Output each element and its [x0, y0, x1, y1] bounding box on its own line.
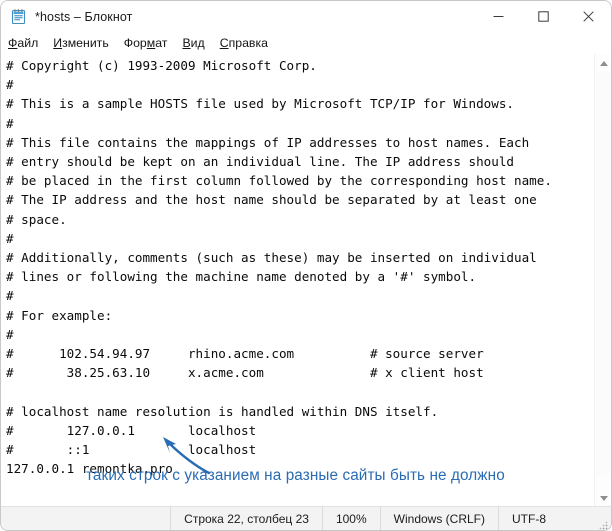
window-title: *hosts – Блокнот — [35, 9, 133, 24]
menu-format-prefix: Фор — [123, 35, 147, 50]
menu-format-accesskey: м — [146, 35, 156, 50]
menu-file-label: айл — [17, 35, 39, 50]
menu-format-label: ат — [155, 35, 168, 50]
scroll-up-arrow-icon[interactable] — [595, 55, 611, 72]
status-bar: Строка 22, столбец 23 100% Windows (CRLF… — [1, 506, 611, 530]
menu-file-accesskey: Ф — [8, 35, 18, 50]
editor-area: # Copyright (c) 1993-2009 Microsoft Corp… — [1, 53, 611, 508]
menu-item-help[interactable]: Справка — [220, 36, 268, 50]
vertical-scrollbar[interactable] — [594, 54, 611, 508]
maximize-icon — [538, 11, 549, 22]
annotation-arrow — [151, 433, 231, 483]
minimize-icon — [493, 16, 504, 17]
status-zoom-level[interactable]: 100% — [321, 507, 380, 530]
scroll-down-arrow-icon[interactable] — [595, 490, 611, 507]
menu-edit-accesskey: И — [53, 35, 63, 50]
menu-view-label: ид — [190, 35, 205, 50]
scrollbar-thumb[interactable] — [596, 71, 611, 475]
menu-item-format[interactable]: Формат — [124, 36, 168, 50]
status-cursor-position: Строка 22, столбец 23 — [170, 507, 322, 530]
close-icon — [583, 11, 594, 22]
menu-help-label: правка — [228, 35, 268, 50]
status-line-endings[interactable]: Windows (CRLF) — [379, 507, 498, 530]
notepad-icon — [10, 8, 27, 25]
menu-help-accesskey: С — [219, 35, 229, 50]
maximize-button[interactable] — [521, 1, 566, 32]
annotation-text: таких строк с указанием на разные сайты … — [86, 467, 505, 484]
curved-arrow-icon — [163, 437, 211, 475]
scrollbar-track[interactable] — [595, 71, 611, 491]
menu-edit-label: зменить — [62, 35, 109, 50]
close-button[interactable] — [566, 1, 611, 32]
menu-item-view[interactable]: Вид — [182, 36, 204, 50]
status-encoding[interactable]: UTF-8 — [498, 507, 611, 530]
menu-view-accesskey: В — [182, 35, 191, 50]
window-controls — [476, 1, 611, 32]
menu-item-edit[interactable]: Изменить — [53, 36, 108, 50]
title-bar-left: *hosts – Блокнот — [1, 8, 476, 25]
menu-item-file[interactable]: Файл — [8, 36, 38, 50]
resize-grip-icon[interactable] — [598, 517, 608, 530]
minimize-button[interactable] — [476, 1, 521, 32]
menu-bar: Файл Изменить Формат Вид Справка — [1, 32, 611, 53]
notepad-window: *hosts – Блокнот Файл Изменить Формат Ви… — [0, 0, 612, 531]
title-bar[interactable]: *hosts – Блокнот — [1, 1, 611, 32]
text-editor[interactable]: # Copyright (c) 1993-2009 Microsoft Corp… — [1, 54, 590, 508]
